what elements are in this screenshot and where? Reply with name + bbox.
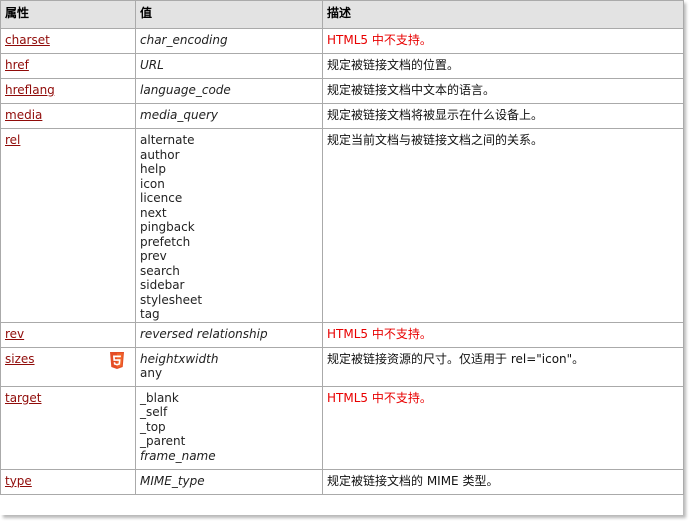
attribute-cell: target: [0, 385, 136, 470]
value-cell: media_query: [135, 103, 323, 129]
value-item: alternate: [140, 133, 195, 147]
value-cell: MIME_type: [135, 468, 323, 495]
table-row: rel alternate author help icon licence next pin…: [0, 128, 684, 323]
value-cell: char_encoding: [135, 28, 323, 54]
value-item: _top: [140, 419, 166, 434]
attribute-link-type[interactable]: type: [5, 474, 32, 488]
value-item: URL: [140, 58, 164, 72]
header-description: 描述: [322, 0, 684, 29]
value-item: sidebar: [140, 278, 185, 292]
table-row: hreflang language_code 规定被链接文档中文本的语言。: [0, 78, 684, 104]
attribute-cell: sizes: [0, 346, 136, 387]
description-cell: HTML5 中不支持。: [322, 28, 684, 54]
table-row: charset char_encoding HTML5 中不支持。: [0, 28, 684, 54]
value-item: tag: [140, 307, 160, 321]
table-row: type MIME_type 规定被链接文档的 MIME 类型。: [0, 468, 684, 495]
description-cell: HTML5 中不支持。: [322, 321, 684, 348]
value-cell: reversed relationship: [135, 321, 323, 348]
attribute-cell: type: [0, 468, 136, 495]
value-item: char_encoding: [140, 33, 228, 47]
attribute-table-container: 属性 值 描述 charset char_encoding HTML5 中不支持。 h…: [0, 0, 684, 515]
attribute-cell: charset: [0, 28, 136, 54]
description-cell: 规定被链接文档中文本的语言。: [322, 78, 684, 104]
attribute-cell: hreflang: [0, 78, 136, 104]
value-item: MIME_type: [140, 473, 205, 488]
table-header-row: 属性 值 描述: [0, 0, 684, 29]
value-cell: URL: [135, 53, 323, 79]
description-cell: 规定被链接资源的尺寸。仅适用于 rel="icon"。: [322, 346, 684, 387]
attribute-link-target[interactable]: target: [5, 391, 42, 405]
table-row: rev reversed relationship HTML5 中不支持。: [0, 321, 684, 348]
table-row: href URL 规定被链接文档的位置。: [0, 53, 684, 79]
attribute-link-hreflang[interactable]: hreflang: [5, 83, 55, 97]
table-row: target _blank _self _top _parent frame_name HT…: [0, 385, 684, 470]
description-cell: 规定被链接文档的位置。: [322, 53, 684, 79]
value-cell: _blank _self _top _parent frame_name: [135, 385, 323, 470]
value-item: icon: [140, 176, 165, 191]
attribute-cell: rel: [0, 128, 136, 323]
attribute-link-media[interactable]: media: [5, 108, 42, 122]
description-cell: 规定当前文档与被链接文档之间的关系。: [322, 128, 684, 323]
attribute-link-rev[interactable]: rev: [5, 327, 24, 341]
attribute-link-href[interactable]: href: [5, 58, 29, 72]
table-row: media media_query 规定被链接文档将被显示在什么设备上。: [0, 103, 684, 129]
value-item: stylesheet: [140, 292, 203, 307]
value-item: next: [140, 205, 167, 220]
description-cell: 规定被链接文档将被显示在什么设备上。: [322, 103, 684, 129]
description-cell: HTML5 中不支持。: [322, 385, 684, 470]
table-row: sizes heightxwidth any 规定被链接资源的尺寸。仅适用于 rel=…: [0, 346, 684, 387]
value-cell: alternate author help icon licence next pingba…: [135, 128, 323, 323]
value-item: prev: [140, 249, 167, 263]
value-item: language_code: [140, 83, 231, 97]
attribute-link-charset[interactable]: charset: [5, 33, 50, 47]
attribute-cell: href: [0, 53, 136, 79]
value-item: any: [140, 366, 163, 380]
attribute-link-sizes[interactable]: sizes: [5, 352, 35, 366]
value-item: heightxwidth: [140, 351, 219, 366]
attribute-link-rel[interactable]: rel: [5, 133, 20, 147]
value-item: licence: [140, 191, 183, 205]
attribute-cell: media: [0, 103, 136, 129]
value-item: search: [140, 263, 180, 278]
value-item: prefetch: [140, 234, 191, 249]
header-value: 值: [135, 0, 323, 29]
html5-logo-icon: [110, 351, 124, 369]
value-item: pingback: [140, 220, 195, 234]
value-cell: language_code: [135, 78, 323, 104]
value-item: _blank: [140, 390, 179, 405]
value-cell: heightxwidth any: [135, 346, 323, 387]
value-item: frame_name: [140, 448, 216, 463]
description-cell: 规定被链接文档的 MIME 类型。: [322, 468, 684, 495]
value-item: help: [140, 162, 166, 176]
value-item: _self: [140, 405, 168, 419]
value-item: media_query: [140, 108, 219, 122]
attribute-cell: rev: [0, 321, 136, 348]
value-item: author: [140, 147, 180, 162]
value-item: reversed relationship: [140, 326, 268, 341]
value-item: _parent: [140, 434, 186, 448]
header-attribute: 属性: [0, 0, 136, 29]
attribute-table: 属性 值 描述 charset char_encoding HTML5 中不支持。 h…: [0, 0, 684, 495]
